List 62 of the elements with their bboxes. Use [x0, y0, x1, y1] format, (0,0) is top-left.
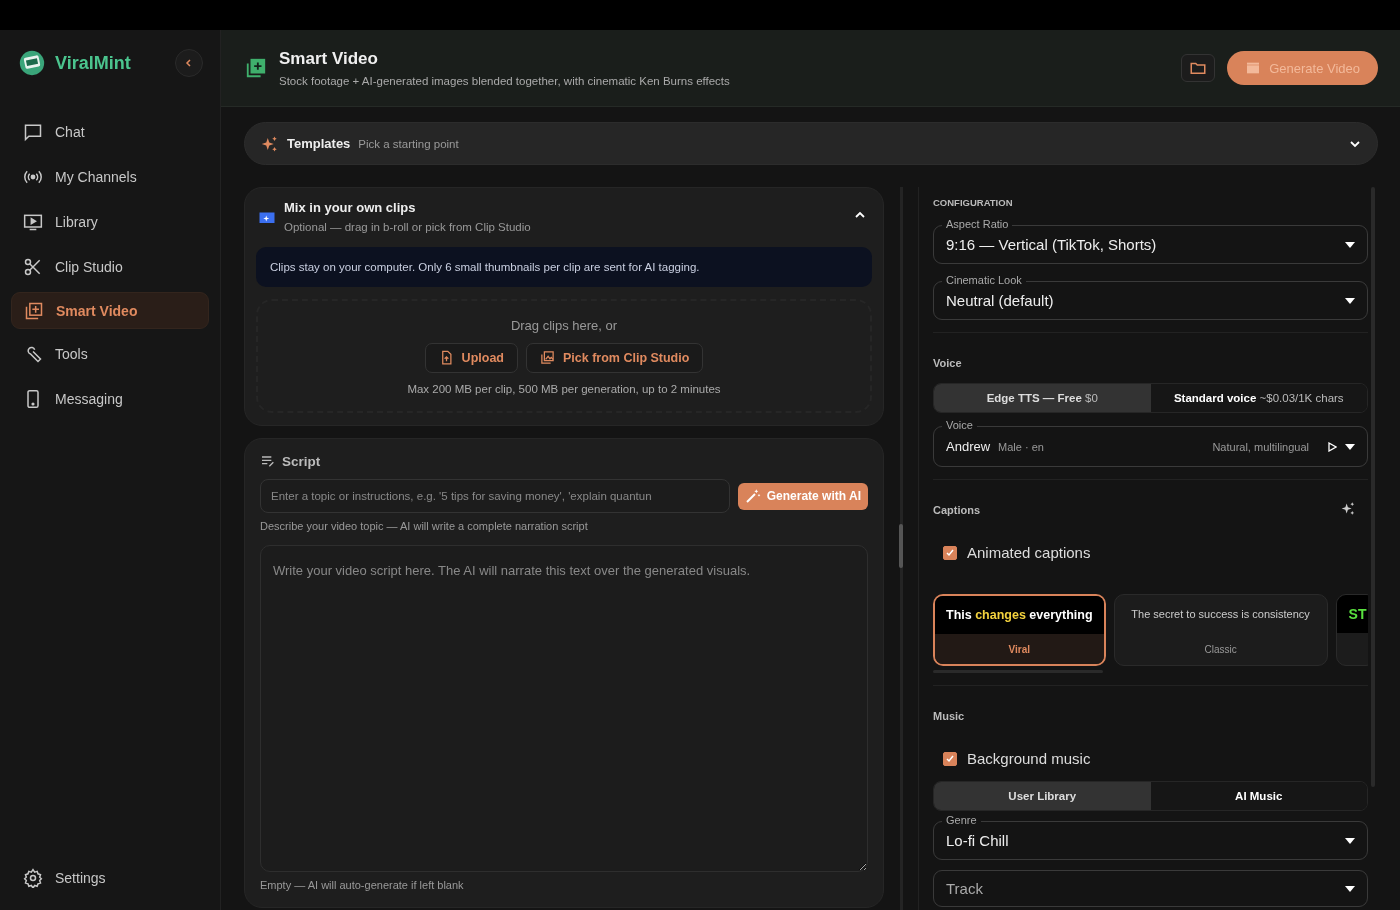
caption-style-card[interactable]: The secret to success is consistency Classic [1113, 594, 1328, 666]
edit-lines-icon [260, 453, 276, 469]
sparkle-icon [1341, 501, 1356, 516]
topic-field[interactable]: Enter a topic or instructions, e.g. '5 tips for saving money', 'explain quantun [260, 479, 730, 513]
caption-style-card[interactable]: This changes everything Viral [933, 594, 1106, 666]
collapse-sidebar-button[interactable] [175, 49, 203, 77]
voice-engine-tab[interactable]: Edge TTS — Free $0 [934, 384, 1151, 412]
section-heading: Voice [933, 357, 963, 369]
play-icon [1327, 441, 1337, 452]
script-field[interactable]: Write your video script here. The AI will narrate this text over the generated visuals. [260, 545, 868, 872]
caret-down-icon [1345, 837, 1355, 844]
caret-down-icon [1345, 297, 1355, 304]
clapperboard-icon [1245, 60, 1262, 76]
check-icon [945, 753, 955, 764]
page-title: Smart Video [279, 49, 379, 69]
sparkle-icon [261, 134, 279, 153]
music-source-tab[interactable]: User Library [934, 782, 1151, 810]
nav-item[interactable]: Smart Video [11, 292, 209, 329]
privacy-notice: Clips stay on your computer. Only 6 small thumbnails per clip are sent for AI tagging. [256, 247, 872, 287]
upload-button[interactable]: Upload [424, 342, 518, 373]
film-reel-logo-icon [17, 48, 47, 78]
animated-captions-checkbox[interactable]: Animated captions [943, 544, 1368, 561]
clips-subtitle: Optional — drag in b-roll or pick from Clip Studio [284, 221, 532, 233]
templates-bar[interactable]: Templates Pick a starting point [244, 122, 1378, 165]
page-subtitle: Stock footage + AI-generated images blended together, with cinematic Ken Burns effects [279, 75, 731, 87]
drop-text: Drag clips here, or [510, 317, 618, 333]
topic-hint: Describe your video topic — AI will write a complete narration script [260, 520, 589, 532]
nav-item[interactable]: Library [11, 202, 209, 242]
settings-button[interactable]: Settings [11, 858, 209, 898]
background-music-checkbox[interactable]: Background music [943, 750, 1368, 767]
nav-item[interactable]: Messaging [11, 379, 209, 419]
add-box-icon [245, 57, 267, 79]
play-screen-icon [23, 212, 43, 232]
section-heading: CONFIGURATION [933, 197, 1014, 208]
script-hint: Empty — AI will auto-generate if left blank [260, 879, 465, 891]
magic-wand-icon [744, 488, 761, 504]
drop-zone[interactable]: Drag clips here, or Upload Pick from Clip Studio Max 200 MB per clip, 500 MB per generation, up to 2 minutes [256, 299, 872, 413]
settings-icon [23, 868, 43, 888]
caption-style-card[interactable]: ST [1335, 594, 1368, 666]
brand-name: ViralMint [55, 52, 132, 74]
chat-icon [23, 122, 43, 142]
track-select[interactable]: Track [933, 870, 1368, 907]
section-heading: Music [933, 710, 966, 722]
section-heading: Captions [933, 504, 981, 516]
nav-item[interactable]: Chat [11, 112, 209, 152]
nav-item[interactable]: My Channels [11, 157, 209, 197]
nav-item[interactable]: Tools [11, 334, 209, 374]
clips-title: Mix in your own clips [284, 200, 417, 215]
folder-button[interactable] [1181, 54, 1216, 82]
resize-handle[interactable] [899, 524, 903, 568]
caret-down-icon [1345, 241, 1355, 248]
script-title: Script [282, 453, 321, 469]
caret-down-icon [1345, 885, 1355, 892]
scissors-icon [23, 257, 43, 277]
upload-limits: Max 200 MB per clip, 500 MB per generation, up to 2 minutes [407, 382, 721, 395]
nav-item[interactable]: Clip Studio [11, 247, 209, 287]
caret-down-icon [1345, 443, 1355, 450]
images-icon [539, 350, 555, 365]
check-icon [945, 547, 955, 558]
pick-clips-button[interactable]: Pick from Clip Studio [525, 342, 704, 373]
add-box-icon [24, 300, 44, 321]
chevron-left-icon [184, 58, 194, 68]
